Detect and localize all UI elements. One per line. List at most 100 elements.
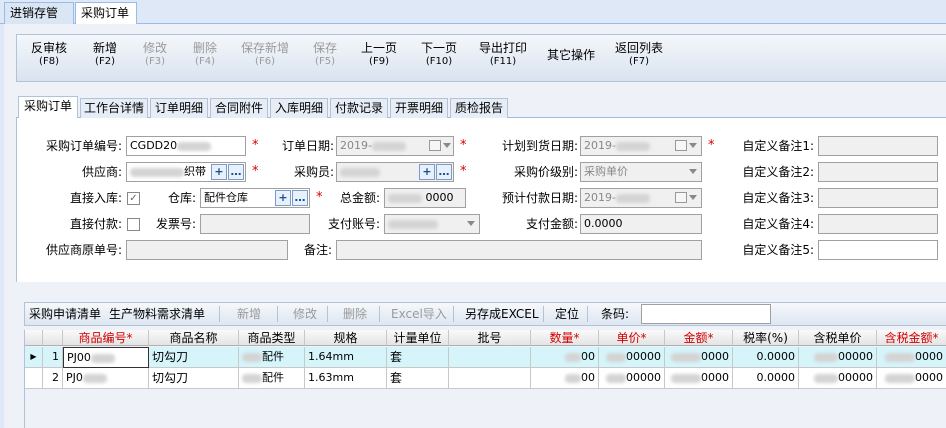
order-no-field[interactable]: CGDD20: [126, 136, 246, 156]
custom-remark-3-field[interactable]: [818, 188, 938, 208]
direct-in-checkbox[interactable]: ✓: [127, 192, 140, 205]
tax-price-cell[interactable]: 00000: [799, 368, 877, 389]
warehouse-field[interactable]: 配件仓库 +…: [200, 188, 310, 208]
spec-cell[interactable]: 1.63mm: [305, 368, 387, 389]
ellipsis-icon[interactable]: …: [436, 164, 452, 180]
custom-remark-1-field[interactable]: [818, 136, 938, 156]
next-page-button[interactable]: 下一页 (F10): [421, 41, 457, 69]
plan-date-picker[interactable]: 2019-: [580, 136, 702, 156]
chevron-down-icon[interactable]: [689, 169, 697, 174]
quantity-cell[interactable]: 00: [531, 347, 599, 368]
chevron-down-icon[interactable]: [689, 195, 697, 200]
custom-remark-5-field[interactable]: [818, 240, 938, 260]
supplier-field[interactable]: 织带 +…: [126, 162, 246, 182]
column-header[interactable]: 单价*: [599, 330, 665, 346]
unit-cell[interactable]: 套: [387, 368, 449, 389]
grid-delete-button[interactable]: 删除: [343, 303, 367, 325]
batch-cell[interactable]: [449, 347, 531, 368]
product-name-cell[interactable]: 切勾刀: [149, 368, 239, 389]
chevron-down-icon[interactable]: [443, 143, 451, 148]
save-button[interactable]: 保存 (F5): [313, 41, 337, 69]
product-code-cell[interactable]: PJ0: [63, 368, 149, 389]
tab-workbench-detail[interactable]: 工作台详情: [80, 98, 148, 118]
product-type-cell[interactable]: 配件: [239, 368, 305, 389]
new-button[interactable]: 新增 (F2): [93, 41, 117, 69]
locate-button[interactable]: 定位: [555, 303, 579, 325]
custom-remark-2-field[interactable]: [818, 162, 938, 182]
column-header[interactable]: 商品名称: [149, 330, 239, 346]
pay-date-picker[interactable]: 2019-: [580, 188, 702, 208]
ellipsis-icon[interactable]: …: [228, 164, 244, 180]
column-header[interactable]: 数量*: [531, 330, 599, 346]
price-cell[interactable]: 00000: [599, 347, 665, 368]
save-new-button[interactable]: 保存新增 (F6): [241, 41, 289, 69]
column-header[interactable]: 含税金额*: [877, 330, 946, 346]
spec-cell[interactable]: 1.64mm: [305, 347, 387, 368]
batch-cell[interactable]: [449, 368, 531, 389]
other-actions-button[interactable]: 其它操作: [547, 48, 595, 62]
tab-purchase-order[interactable]: 采购订单: [75, 2, 137, 25]
plus-icon[interactable]: +: [211, 164, 227, 180]
product-type-cell[interactable]: 配件: [239, 347, 305, 368]
edit-button[interactable]: 修改 (F3): [143, 41, 167, 69]
column-header[interactable]: 批号: [449, 330, 531, 346]
column-header[interactable]: 商品类型: [239, 330, 305, 346]
column-header[interactable]: 商品编号*: [63, 330, 149, 346]
delete-button[interactable]: 删除 (F4): [193, 41, 217, 69]
field-value: 采购单价: [584, 165, 628, 178]
ellipsis-icon[interactable]: …: [292, 190, 308, 206]
grid-add-button[interactable]: 新增: [237, 303, 261, 325]
custom-remark-4-field[interactable]: [818, 214, 938, 234]
barcode-input[interactable]: [641, 304, 771, 324]
purchase-request-list-button[interactable]: 采购申请清单: [29, 303, 101, 325]
prev-page-button[interactable]: 上一页 (F9): [361, 41, 397, 69]
unapprove-button[interactable]: 反审核 (F8): [31, 41, 67, 69]
tab-stock-in-detail[interactable]: 入库明细: [270, 98, 328, 118]
remark-field[interactable]: [336, 240, 702, 260]
direct-pay-checkbox[interactable]: [127, 218, 140, 231]
quantity-cell[interactable]: 00: [531, 368, 599, 389]
export-print-button[interactable]: 导出打印 (F11): [479, 41, 527, 69]
tab-purchase-order-form[interactable]: 采购订单: [18, 96, 78, 118]
plus-icon[interactable]: +: [419, 164, 435, 180]
buyer-field[interactable]: +…: [336, 162, 454, 182]
unit-cell[interactable]: 套: [387, 347, 449, 368]
chevron-down-icon[interactable]: [467, 221, 475, 226]
pay-account-select[interactable]: [384, 214, 480, 234]
product-name-cell[interactable]: 切勾刀: [149, 347, 239, 368]
material-demand-list-button[interactable]: 生产物料需求清单: [109, 303, 205, 325]
column-header[interactable]: 计量单位: [387, 330, 449, 346]
tax-amount-cell[interactable]: 0000: [877, 368, 946, 389]
tax-rate-cell[interactable]: 0.0000: [733, 347, 799, 368]
column-header[interactable]: 金额*: [665, 330, 733, 346]
save-as-excel-button[interactable]: 另存成EXCEL: [465, 303, 539, 325]
tab-order-detail[interactable]: 订单明细: [150, 98, 208, 118]
chevron-down-icon[interactable]: [689, 143, 697, 148]
tax-price-cell[interactable]: 00000: [799, 347, 877, 368]
tab-inventory-management[interactable]: 进销存管理: [4, 2, 74, 40]
column-header[interactable]: 税率(%): [733, 330, 799, 346]
supplier-no-field[interactable]: [126, 240, 288, 260]
product-code-cell[interactable]: PJ00: [63, 347, 149, 368]
amount-cell[interactable]: 0000: [665, 368, 733, 389]
price-cell[interactable]: 00000: [599, 368, 665, 389]
amount-cell[interactable]: 0000: [665, 347, 733, 368]
column-header[interactable]: 规格: [305, 330, 387, 346]
column-header[interactable]: 含税单价: [799, 330, 877, 346]
tab-payment-record[interactable]: 付款记录: [330, 98, 388, 118]
tax-amount-cell[interactable]: 0000: [877, 347, 946, 368]
tab-invoice-detail[interactable]: 开票明细: [390, 98, 448, 118]
order-date-picker[interactable]: 2019-: [336, 136, 454, 156]
invoice-field[interactable]: [200, 214, 310, 234]
price-level-select[interactable]: 采购单价: [580, 162, 702, 182]
grid-edit-button[interactable]: 修改: [293, 303, 317, 325]
calendar-icon[interactable]: [675, 140, 687, 151]
tab-contract-attachment[interactable]: 合同附件: [210, 98, 268, 118]
tab-quality-report[interactable]: 质检报告: [450, 98, 508, 118]
back-to-list-button[interactable]: 返回列表 (F7): [615, 41, 663, 69]
tax-rate-cell[interactable]: 0.0000: [733, 368, 799, 389]
plus-icon[interactable]: +: [275, 190, 291, 206]
calendar-icon[interactable]: [675, 192, 687, 203]
excel-import-button[interactable]: Excel导入: [391, 303, 447, 325]
calendar-icon[interactable]: [429, 140, 441, 151]
